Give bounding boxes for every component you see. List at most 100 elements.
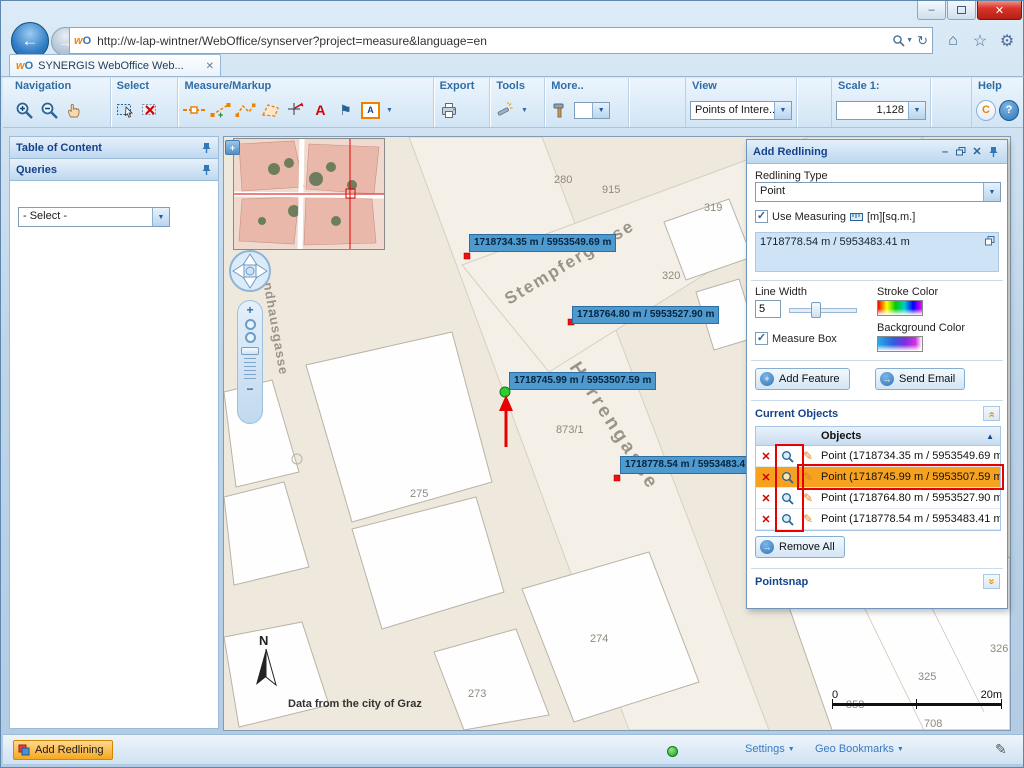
- zoom-to-object-button[interactable]: [776, 446, 798, 466]
- line-width-slider-handle[interactable]: [811, 302, 821, 318]
- tab-close-button[interactable]: ✕: [206, 61, 214, 72]
- measure-box-checkbox[interactable]: ✓: [755, 332, 768, 345]
- background-color-picker[interactable]: [877, 336, 923, 352]
- add-feature-button[interactable]: + Add Feature: [755, 368, 850, 390]
- full-extent-button[interactable]: [245, 319, 256, 330]
- measure-polyline-button[interactable]: [234, 97, 256, 123]
- object-label[interactable]: Point (1718778.54 m / 5953483.41 m): [818, 509, 1000, 529]
- tools-button[interactable]: [494, 97, 516, 123]
- window-minimize-button[interactable]: –: [917, 1, 946, 20]
- edit-object-button[interactable]: ✎: [798, 467, 818, 487]
- objects-table-header[interactable]: Objects ▲: [756, 427, 1000, 446]
- expand-coordinate-icon[interactable]: [985, 236, 995, 249]
- clear-selection-button[interactable]: [140, 97, 162, 123]
- dropdown-arrow-icon[interactable]: ▼: [152, 208, 169, 226]
- object-label[interactable]: Point (1718745.99 m / 5953507.59 m): [818, 467, 1000, 487]
- markup-text-button[interactable]: A: [309, 97, 331, 123]
- delete-object-button[interactable]: ✕: [756, 446, 776, 466]
- more-tools-button[interactable]: [549, 97, 571, 123]
- window-maximize-button[interactable]: [947, 1, 976, 20]
- print-button[interactable]: [438, 97, 460, 123]
- queries-header[interactable]: Queries: [10, 159, 218, 181]
- refresh-button[interactable]: ↻: [917, 33, 928, 49]
- panel-close-button[interactable]: ✕: [969, 144, 985, 160]
- zoom-slider[interactable]: [241, 345, 259, 381]
- coordinate-input[interactable]: 1718778.54 m / 5953483.41 m: [755, 232, 999, 272]
- zoom-in-button[interactable]: [13, 97, 35, 123]
- help-button[interactable]: ?: [999, 100, 1019, 121]
- dropdown-arrow-icon[interactable]: ▼: [983, 183, 1000, 201]
- dropdown-arrow-icon[interactable]: ▼: [592, 103, 609, 118]
- address-bar[interactable]: wO ▼ ↻: [69, 27, 933, 54]
- measure-point-button[interactable]: [182, 97, 206, 123]
- markup-flag-button[interactable]: ⚑: [334, 97, 356, 123]
- measure-area-button[interactable]: [259, 97, 281, 123]
- object-row-selected[interactable]: ✕ ✎ Point (1718745.99 m / 5953507.59 m): [756, 467, 1000, 488]
- previous-extent-button[interactable]: [245, 332, 256, 343]
- use-measuring-checkbox[interactable]: ✓: [755, 210, 768, 223]
- search-icon[interactable]: ▼: [892, 34, 913, 47]
- measure-coordinate-button[interactable]: [284, 97, 306, 123]
- objects-column-header[interactable]: Objects ▲: [818, 427, 1000, 445]
- pan-button[interactable]: [63, 97, 85, 123]
- zoom-in-slider-button[interactable]: +: [243, 304, 257, 317]
- measure-distance-button[interactable]: +: [209, 97, 231, 123]
- geo-bookmarks-menu[interactable]: Geo Bookmarks ▼: [815, 743, 904, 755]
- browser-settings-button[interactable]: ⚙: [995, 30, 1019, 52]
- send-email-button[interactable]: → Send Email: [875, 368, 965, 390]
- pan-compass[interactable]: [228, 249, 272, 293]
- line-width-input[interactable]: [755, 300, 781, 318]
- zoom-out-slider-button[interactable]: −: [243, 383, 257, 396]
- view-select[interactable]: Points of Intere... ▼: [690, 101, 792, 120]
- settings-menu[interactable]: Settings ▼: [745, 743, 795, 755]
- dropdown-arrow-icon[interactable]: ▼: [774, 102, 791, 119]
- statusbar-add-redlining-button[interactable]: Add Redlining: [13, 740, 113, 760]
- compatibility-button[interactable]: C: [976, 100, 996, 121]
- stroke-color-picker[interactable]: [877, 300, 923, 316]
- overview-map[interactable]: [233, 138, 385, 250]
- dropdown-arrow-icon[interactable]: ▼: [908, 102, 925, 119]
- scale-select[interactable]: 1,128 ▼: [836, 101, 926, 120]
- more-tools-select[interactable]: ▼: [574, 102, 610, 119]
- edit-mode-button[interactable]: ✎: [995, 741, 1007, 758]
- zoom-out-button[interactable]: [38, 97, 60, 123]
- object-row[interactable]: ✕ ✎ Point (1718764.80 m / 5953527.90 m): [756, 488, 1000, 509]
- zoom-to-object-button[interactable]: [776, 509, 798, 529]
- table-of-content-header[interactable]: Table of Content: [10, 137, 218, 159]
- window-close-button[interactable]: ✕: [977, 1, 1022, 20]
- search-dropdown-icon[interactable]: ▼: [906, 37, 913, 44]
- delete-object-button[interactable]: ✕: [756, 467, 776, 487]
- panel-restore-button[interactable]: [953, 144, 969, 160]
- line-width-slider[interactable]: [789, 304, 855, 314]
- url-input[interactable]: [95, 33, 888, 49]
- panel-titlebar[interactable]: Add Redlining – ✕: [747, 140, 1007, 164]
- overview-toggle-button[interactable]: +: [225, 140, 240, 155]
- favorites-button[interactable]: ☆: [968, 30, 992, 52]
- object-row[interactable]: ✕ ✎ Point (1718778.54 m / 5953483.41 m): [756, 509, 1000, 530]
- collapse-section-button[interactable]: «: [983, 406, 1000, 421]
- zoom-to-object-button[interactable]: [776, 467, 798, 487]
- zoom-to-object-button[interactable]: [776, 488, 798, 508]
- sort-asc-icon[interactable]: ▲: [986, 432, 997, 441]
- select-features-button[interactable]: [115, 97, 137, 123]
- object-label[interactable]: Point (1718764.80 m / 5953527.90 m): [818, 488, 1000, 508]
- panel-minimize-button[interactable]: –: [937, 144, 953, 160]
- edit-object-button[interactable]: ✎: [798, 509, 818, 529]
- pin-icon[interactable]: [201, 142, 212, 154]
- tools-dropdown[interactable]: ▼: [519, 107, 529, 114]
- object-row[interactable]: ✕ ✎ Point (1718734.35 m / 5953549.69 m): [756, 446, 1000, 467]
- markup-label-button[interactable]: A: [359, 97, 381, 123]
- object-label[interactable]: Point (1718734.35 m / 5953549.69 m): [818, 446, 1000, 466]
- expand-section-button[interactable]: «: [983, 574, 1000, 589]
- redlining-type-select[interactable]: Point ▼: [755, 182, 1001, 202]
- pin-icon[interactable]: [201, 164, 212, 176]
- zoom-slider-handle[interactable]: [241, 347, 259, 355]
- browser-tab[interactable]: wO SYNERGIS WebOffice Web... ✕: [9, 54, 221, 77]
- delete-object-button[interactable]: ✕: [756, 488, 776, 508]
- panel-pin-button[interactable]: [985, 144, 1001, 160]
- edit-object-button[interactable]: ✎: [798, 446, 818, 466]
- remove-all-button[interactable]: → Remove All: [755, 536, 845, 558]
- delete-object-button[interactable]: ✕: [756, 509, 776, 529]
- measure-markup-dropdown[interactable]: ▼: [384, 107, 394, 114]
- home-button[interactable]: ⌂: [941, 30, 965, 52]
